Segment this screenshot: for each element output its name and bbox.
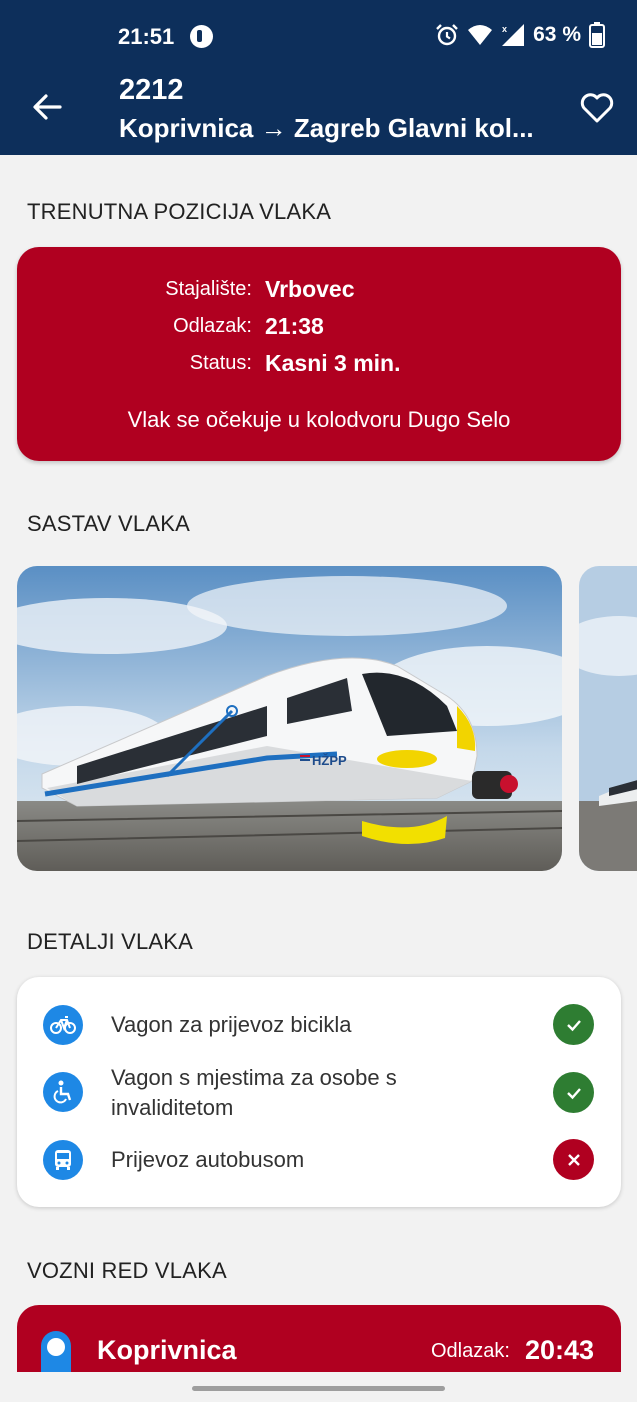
composition-section-title: SASTAV VLAKA xyxy=(27,511,190,536)
timetable-section-title: VOZNI RED VLAKA xyxy=(27,1258,227,1283)
departure-row: Odlazak: 21:38 xyxy=(17,313,621,343)
bus-icon xyxy=(43,1140,83,1180)
departure-value: 21:38 xyxy=(265,313,324,339)
detail-label-wheelchair: Vagon s mjestima za osobe s invaliditeto… xyxy=(111,1065,397,1120)
app-notification-icon xyxy=(190,25,213,48)
top-bar: 21:51 x 63 % 2212 Koprivnica → Zagreb Gl… xyxy=(0,0,637,155)
hzpp-logo-text: HŽPP xyxy=(312,753,347,768)
status-label: Status: xyxy=(189,352,252,374)
battery-percent: 63 % xyxy=(533,23,581,46)
status-right-group: x 63 % xyxy=(435,22,605,48)
train-illustration: HŽPP xyxy=(17,566,562,871)
detail-label-bus: Prijevoz autobusom xyxy=(111,1147,305,1172)
position-card: Stajalište: Vrbovec Odlazak: 21:38 Statu… xyxy=(17,247,621,461)
back-arrow-icon[interactable] xyxy=(30,90,64,124)
home-gesture-handle[interactable] xyxy=(192,1386,445,1391)
stop-value: Vrbovec xyxy=(265,276,355,302)
navigation-bar xyxy=(0,1372,637,1402)
alarm-icon xyxy=(436,24,458,46)
detail-label-bicycle: Vagon za prijevoz bicikla xyxy=(111,1012,352,1037)
stop-departure-value: 20:43 xyxy=(525,1335,595,1365)
signal-icon: x xyxy=(502,24,525,46)
wheelchair-icon xyxy=(43,1072,83,1112)
details-card: Vagon za prijevoz bicikla Vagon s mjesti… xyxy=(17,977,621,1207)
cross-icon xyxy=(553,1139,594,1180)
bicycle-icon xyxy=(43,1005,83,1045)
check-icon xyxy=(553,1004,594,1045)
check-icon xyxy=(553,1072,594,1113)
train-number-title: 2212 xyxy=(119,74,184,106)
train-photo-next[interactable] xyxy=(579,566,637,871)
details-section-title: DETALJI VLAKA xyxy=(27,929,194,954)
departure-label: Odlazak: xyxy=(173,315,252,337)
status-row: Status: Kasni 3 min. xyxy=(17,350,621,380)
status-bar: 21:51 x 63 % xyxy=(0,0,637,74)
battery-icon xyxy=(589,22,605,48)
wifi-icon xyxy=(468,25,493,45)
status-value: Kasni 3 min. xyxy=(265,350,401,376)
train-illustration-next xyxy=(579,566,637,871)
stop-departure-label: Odlazak: xyxy=(431,1340,510,1362)
heart-icon[interactable] xyxy=(579,90,615,126)
expected-station-note: Vlak se očekuje u kolodvoru Dugo Selo xyxy=(127,407,511,432)
train-photo[interactable]: HŽPP xyxy=(17,566,562,871)
stop-row: Stajalište: Vrbovec xyxy=(17,276,621,306)
status-time: 21:51 xyxy=(118,24,175,49)
stop-label: Stajalište: xyxy=(165,278,252,300)
position-section-title: TRENUTNA POZICIJA VLAKA xyxy=(27,199,332,224)
route-subtitle: Koprivnica → Zagreb Glavni kol... xyxy=(119,113,534,143)
station-name: Koprivnica xyxy=(97,1335,237,1365)
svg-text:x: x xyxy=(502,24,507,34)
